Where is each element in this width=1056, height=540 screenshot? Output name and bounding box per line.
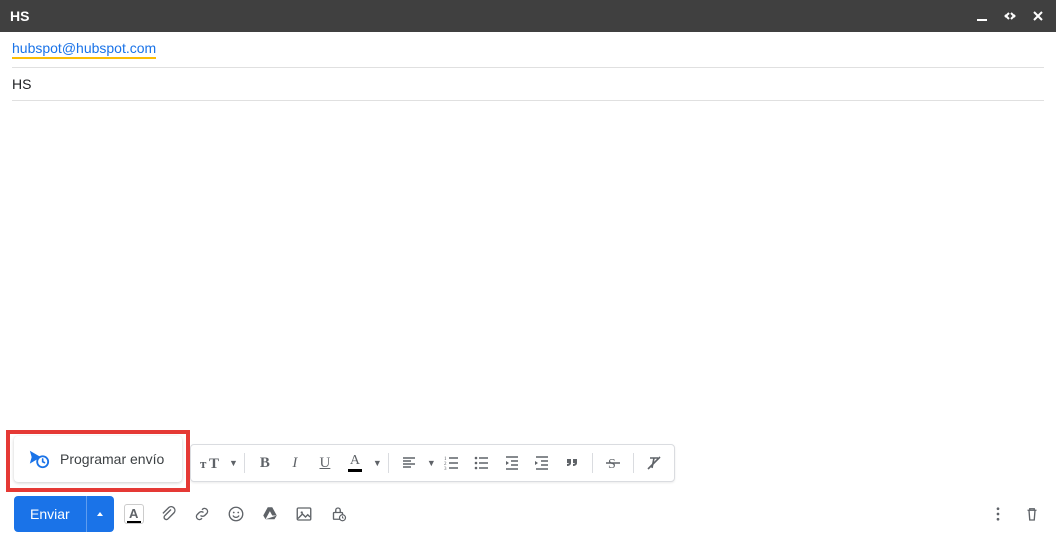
svg-text:3: 3 (444, 467, 447, 471)
clear-formatting-button[interactable] (640, 449, 668, 477)
svg-text:т: т (200, 456, 207, 471)
quote-button[interactable] (558, 449, 586, 477)
text-color-button[interactable]: A (341, 449, 369, 477)
send-button-group: Enviar (14, 496, 114, 532)
strikethrough-button[interactable]: S (599, 449, 627, 477)
minimize-icon[interactable] (974, 8, 990, 24)
bottom-toolbar: Enviar A (14, 496, 1042, 532)
subject-text: HS (12, 76, 31, 92)
insert-link-icon[interactable] (192, 504, 212, 524)
chevron-down-icon[interactable]: ▼ (427, 458, 436, 468)
to-field[interactable]: hubspot@hubspot.com (12, 32, 1044, 68)
italic-button[interactable]: I (281, 449, 309, 477)
recipient-chip[interactable]: hubspot@hubspot.com (12, 40, 156, 59)
window-title: HS (10, 8, 974, 24)
schedule-send-label: Programar envío (60, 451, 164, 467)
format-toolbar: тT ▼ B I U A ▼ ▼ 123 S (190, 444, 675, 482)
separator (633, 453, 634, 473)
schedule-send-menu[interactable]: Programar envío (14, 436, 182, 482)
bold-button[interactable]: B (251, 449, 279, 477)
attach-file-icon[interactable] (158, 504, 178, 524)
send-button[interactable]: Enviar (14, 496, 86, 532)
titlebar-controls (974, 8, 1046, 24)
svg-text:S: S (608, 457, 616, 471)
message-body[interactable] (0, 101, 1056, 401)
separator (592, 453, 593, 473)
compose-toolbar-icons: A (124, 504, 348, 524)
send-options-button[interactable] (86, 496, 114, 532)
underline-button[interactable]: U (311, 449, 339, 477)
chevron-down-icon[interactable]: ▼ (373, 458, 382, 468)
numbered-list-button[interactable]: 123 (438, 449, 466, 477)
schedule-send-icon (28, 448, 50, 470)
formatting-toggle-button[interactable]: A (124, 504, 144, 524)
separator (388, 453, 389, 473)
close-icon[interactable] (1030, 8, 1046, 24)
compose-area: hubspot@hubspot.com HS (0, 32, 1056, 101)
align-button[interactable] (395, 449, 423, 477)
separator (244, 453, 245, 473)
more-options-icon[interactable] (988, 504, 1008, 524)
google-drive-icon[interactable] (260, 504, 280, 524)
chevron-down-icon[interactable]: ▼ (229, 458, 238, 468)
restore-icon[interactable] (1002, 8, 1018, 24)
font-size-button[interactable]: тT (197, 449, 225, 477)
indent-more-button[interactable] (528, 449, 556, 477)
subject-field[interactable]: HS (12, 68, 1044, 101)
indent-less-button[interactable] (498, 449, 526, 477)
svg-text:T: T (209, 456, 219, 471)
bulleted-list-button[interactable] (468, 449, 496, 477)
insert-emoji-icon[interactable] (226, 504, 246, 524)
confidential-mode-icon[interactable] (328, 504, 348, 524)
bottom-right-controls (988, 504, 1042, 524)
insert-photo-icon[interactable] (294, 504, 314, 524)
discard-draft-icon[interactable] (1022, 504, 1042, 524)
window-titlebar: HS (0, 0, 1056, 32)
